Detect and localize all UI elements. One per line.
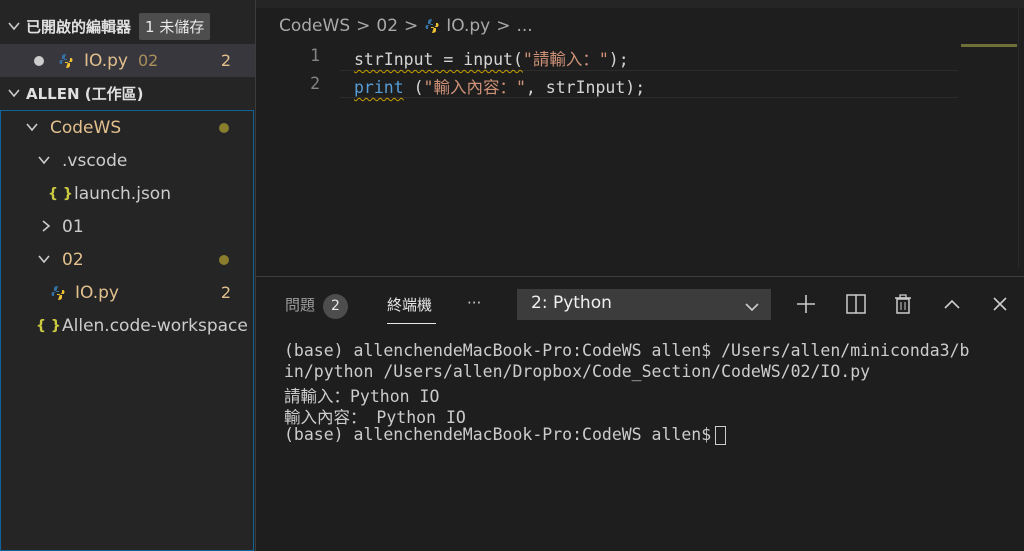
code-line[interactable]: print ("輸入內容：", strInput); xyxy=(354,74,645,98)
line-number: 1 xyxy=(310,46,320,65)
tree-folder-codews[interactable]: CodeWS xyxy=(0,111,255,144)
tab-label: 終端機 xyxy=(387,296,433,314)
breadcrumb-separator: > xyxy=(496,16,511,36)
tree-label: .vscode xyxy=(62,150,128,171)
modified-dot xyxy=(219,122,229,133)
breadcrumb-item[interactable]: CodeWS xyxy=(279,16,350,36)
open-editor-folder: 02 xyxy=(137,51,159,70)
code-token: ( xyxy=(403,78,424,97)
workspace-title: ALLEN (工作區) xyxy=(26,85,144,103)
chevron-down-icon xyxy=(8,84,26,104)
chevron-down-icon xyxy=(38,250,58,270)
chevron-down-icon xyxy=(38,151,58,171)
unsaved-badge: 1 未儲存 xyxy=(139,13,211,40)
code-keyword: print xyxy=(354,78,404,97)
tab-terminal[interactable]: 終端機 xyxy=(387,294,432,315)
code-line[interactable]: strInput = input("請輸入："); xyxy=(354,46,629,70)
code-string: "請輸入：" xyxy=(522,50,609,69)
chevron-down-icon xyxy=(745,298,759,318)
breadcrumb-item[interactable]: ... xyxy=(516,16,532,36)
line-number: 2 xyxy=(310,74,320,93)
tree-label: 01 xyxy=(62,216,84,237)
terminal-line: (base) allenchendeMacBook-Pro:CodeWS all… xyxy=(284,341,970,360)
chevron-down-icon xyxy=(26,118,46,138)
python-icon xyxy=(50,285,66,301)
tree-label: launch.json xyxy=(74,183,171,204)
line-highlight xyxy=(340,70,958,71)
tree-file-launch-json[interactable]: { } launch.json xyxy=(0,177,255,210)
json-icon: { } xyxy=(36,317,61,334)
tree-folder-02[interactable]: 02 xyxy=(0,243,255,276)
unsaved-dot-icon[interactable] xyxy=(34,55,44,66)
code-token: strInput = input( xyxy=(354,50,523,69)
tree-label: 02 xyxy=(62,249,84,270)
tree-label: Allen.code-workspace xyxy=(62,315,248,336)
code-token: , strInput); xyxy=(525,78,646,97)
code-string: "輸入內容：" xyxy=(423,78,526,97)
python-icon xyxy=(424,18,440,34)
tab-label: 問題 xyxy=(285,296,316,314)
terminal-line: in/python /Users/allen/Dropbox/Code_Sect… xyxy=(284,362,871,381)
tree-file-workspace[interactable]: { } Allen.code-workspace xyxy=(0,309,255,342)
more-actions-button[interactable]: ··· xyxy=(467,294,481,312)
close-icon[interactable] xyxy=(989,293,1011,315)
split-terminal-icon[interactable] xyxy=(845,293,867,315)
explorer-sidebar: 已開啟的編輯器 1 未儲存 IO.py 02 2 ALLEN (工作區) Cod… xyxy=(0,0,255,551)
active-tab-indicator xyxy=(387,323,436,324)
tab-strip xyxy=(256,0,1024,8)
open-editors-header[interactable]: 已開啟的編輯器 1 未儲存 xyxy=(0,10,255,43)
chevron-down-icon xyxy=(8,17,26,37)
tree-file-io-py[interactable]: IO.py 2 xyxy=(0,276,255,309)
terminal-select[interactable]: 2: Python xyxy=(517,289,771,320)
breadcrumb: CodeWS > 02 > IO.py > ... xyxy=(279,16,533,36)
problems-count: 2 xyxy=(220,283,231,302)
problems-badge: 2 xyxy=(323,294,349,319)
editor-scrollbar[interactable] xyxy=(1018,8,1024,268)
chevron-up-icon[interactable] xyxy=(941,293,963,315)
editor-area[interactable] xyxy=(256,0,1024,276)
chevron-right-icon xyxy=(40,217,60,237)
tree-label: IO.py xyxy=(75,282,119,303)
terminal-prompt-line[interactable]: (base) allenchendeMacBook-Pro:CodeWS all… xyxy=(284,425,727,445)
problems-count: 2 xyxy=(220,51,231,70)
modified-dot xyxy=(219,254,229,265)
minimap[interactable] xyxy=(961,44,1017,47)
breadcrumb-separator: > xyxy=(404,16,419,36)
plus-icon[interactable] xyxy=(795,293,817,315)
open-editors-title: 已開啟的編輯器 xyxy=(26,18,132,36)
terminal-line: (base) allenchendeMacBook-Pro:CodeWS all… xyxy=(284,425,712,444)
terminal-cursor xyxy=(715,426,727,445)
breadcrumb-separator: > xyxy=(356,16,371,36)
breadcrumb-item[interactable]: IO.py xyxy=(446,16,490,36)
tab-problems[interactable]: 問題 2 xyxy=(285,294,349,319)
trash-icon[interactable] xyxy=(892,293,914,315)
open-editor-item-io-py[interactable]: IO.py 02 2 xyxy=(0,44,255,77)
tree-label: CodeWS xyxy=(50,117,122,138)
breadcrumb-item[interactable]: 02 xyxy=(376,16,398,36)
json-icon: { } xyxy=(48,185,73,202)
tree-folder-01[interactable]: 01 xyxy=(0,210,255,243)
code-token: ); xyxy=(608,50,629,69)
open-editor-filename: IO.py xyxy=(84,50,128,71)
terminal-select-value: 2: Python xyxy=(531,293,612,313)
python-icon xyxy=(58,53,74,69)
tree-folder-vscode[interactable]: .vscode xyxy=(0,144,255,177)
workspace-header[interactable]: ALLEN (工作區) xyxy=(0,77,255,110)
